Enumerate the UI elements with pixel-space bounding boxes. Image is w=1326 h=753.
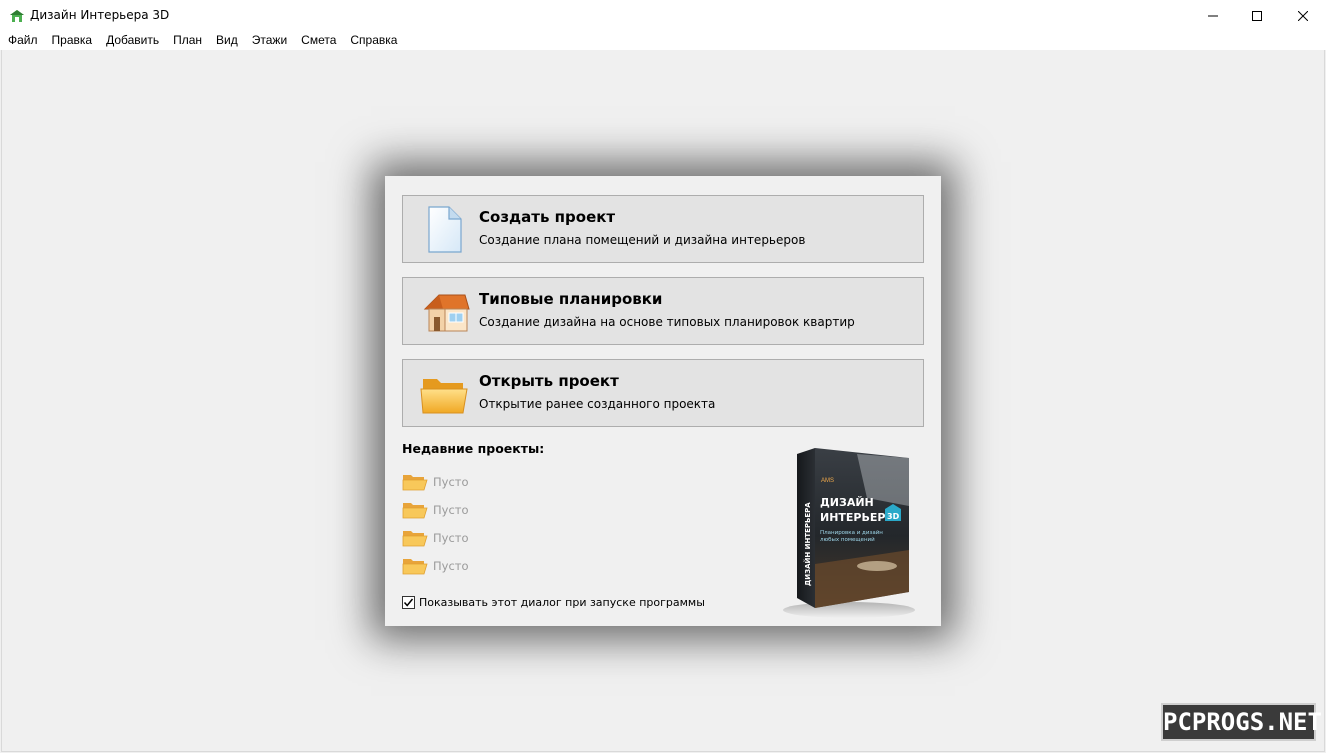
app-house-icon [9,8,25,24]
recent-project-item[interactable]: Пусто [402,556,602,576]
product-badge: 3D [887,512,900,521]
create-project-title: Создать проект [479,208,616,226]
menu-bar: Файл Правка Добавить План Вид Этажи Смет… [0,31,1326,50]
folder-icon [402,503,428,519]
recent-project-item[interactable]: Пусто [402,528,602,548]
recent-project-label: Пусто [433,531,469,545]
show-on-startup-option[interactable]: Показывать этот диалог при запуске прогр… [402,594,705,610]
recent-project-label: Пусто [433,475,469,489]
title-bar: Дизайн Интерьера 3D [0,0,1326,31]
typical-layouts-button[interactable]: Типовые планировки Создание дизайна на о… [402,277,924,345]
recent-project-label: Пусто [433,559,469,573]
menu-estimate[interactable]: Смета [294,31,343,50]
maximize-icon [1252,10,1262,21]
product-spine-text: ДИЗАЙН ИНТЕРЬЕРА [803,502,812,586]
minimize-icon [1208,15,1218,16]
product-title-line2: ИНТЕРЬЕРА [820,511,894,524]
folder-icon [402,531,428,547]
folder-icon [402,559,428,575]
product-subtitle-line1: Планировка и дизайн [820,529,883,536]
menu-add[interactable]: Добавить [99,31,166,50]
show-on-startup-label: Показывать этот диалог при запуске прогр… [419,595,705,609]
minimize-button[interactable] [1190,0,1236,31]
product-title-line1: ДИЗАЙН [820,496,874,509]
window-title: Дизайн Интерьера 3D [30,8,170,22]
open-folder-icon [419,369,471,419]
close-button[interactable] [1280,0,1326,31]
menu-floors[interactable]: Этажи [245,31,294,50]
house-icon [419,287,471,337]
open-project-button[interactable]: Открыть проект Открытие ранее созданного… [402,359,924,427]
new-document-icon [419,205,471,255]
folder-icon [402,475,428,491]
product-box-image: AMS ДИЗАЙН ИНТЕРЬЕРА 3D Планировка и диз… [777,446,919,622]
recent-project-label: Пусто [433,503,469,517]
start-dialog: Создать проект Создание плана помещений … [385,176,941,626]
recent-project-item[interactable]: Пусто [402,500,602,520]
typical-layouts-description: Создание дизайна на основе типовых плани… [479,315,855,329]
menu-view[interactable]: Вид [209,31,245,50]
create-project-button[interactable]: Создать проект Создание плана помещений … [402,195,924,263]
open-project-description: Открытие ранее созданного проекта [479,397,716,411]
checkmark-icon [403,598,414,607]
menu-help[interactable]: Справка [343,31,404,50]
show-on-startup-checkbox[interactable] [402,595,415,609]
typical-layouts-title: Типовые планировки [479,290,663,308]
close-icon [1298,10,1308,21]
recent-projects-heading: Недавние проекты: [402,441,545,456]
create-project-description: Создание плана помещений и дизайна интер… [479,233,806,247]
menu-edit[interactable]: Правка [45,31,100,50]
menu-plan[interactable]: План [166,31,209,50]
open-project-title: Открыть проект [479,372,619,390]
menu-file[interactable]: Файл [1,31,45,50]
recent-project-item[interactable]: Пусто [402,472,602,492]
product-subtitle-line2: любых помещений [820,536,875,543]
maximize-button[interactable] [1234,0,1280,31]
product-brand: AMS [821,478,834,484]
site-watermark: PCPROGS.NET [1161,703,1322,741]
